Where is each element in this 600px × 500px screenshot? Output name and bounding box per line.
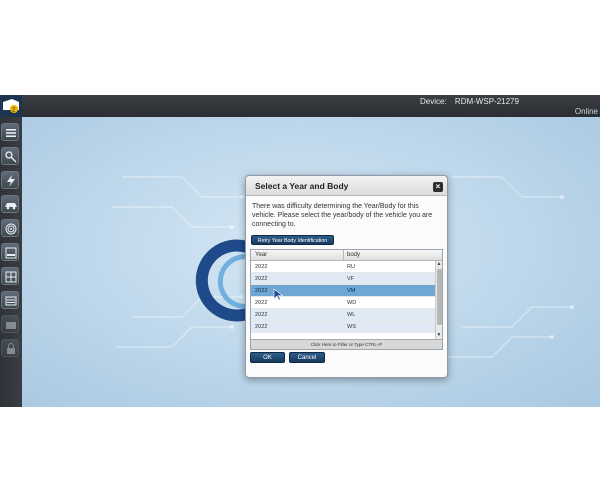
flash-icon[interactable] [1,171,19,189]
dialog-header: Select a Year and Body × [246,176,447,196]
table-row[interactable]: 2022 WS [251,321,435,333]
menu-icon[interactable] [1,123,19,141]
table-row[interactable]: 2022 WL [251,309,435,321]
mouse-cursor-icon [273,288,283,300]
vehicle-search-icon[interactable] [1,147,19,165]
year-cell: 2022 [255,324,268,330]
reports-icon[interactable] [1,243,19,261]
year-cell: 2022 [255,288,268,294]
layout-icon[interactable] [1,267,19,285]
dialog-message: There was difficulty determining the Yea… [252,203,433,228]
body-cell: WL [347,312,356,318]
connection-status: Online [574,107,598,116]
grid-header: Year body [251,250,442,261]
device-id: RDM-WSP-21279 [454,97,519,106]
retry-year-body-button[interactable]: Retry Year Body Identification [251,235,334,245]
year-cell: 2022 [255,264,268,270]
scroll-thumb[interactable] [437,269,442,325]
table-row[interactable]: 2022 RU [251,261,435,273]
body-cell: WS [347,324,357,330]
vehicle-icon[interactable] [1,195,19,213]
device-info: Device: RDM-WSP-21279 [420,97,519,106]
close-icon[interactable]: × [433,182,443,192]
grid-scrollbar[interactable]: ▲ ▼ [435,261,442,339]
body-cell: VM [347,288,356,294]
app-logo-icon[interactable]: 2 [0,95,22,117]
top-bar: 2 Device: RDM-WSP-21279 Online [0,95,600,117]
grid-rows: 2022 RU 2022 VF 2022 VM 2022 WD 2022 WL … [251,261,435,339]
table-row[interactable]: 2022 VF [251,273,435,285]
cancel-button[interactable]: Cancel [289,352,325,363]
scroll-down-icon[interactable]: ▼ [436,332,442,339]
year-cell: 2022 [255,312,268,318]
body-cell: VF [347,276,355,282]
year-cell: 2022 [255,276,268,282]
column-header-year[interactable]: Year [255,252,267,258]
column-header-body[interactable]: body [347,252,360,258]
filter-bar[interactable]: Click Here to Filter or Type CTRL+F [251,339,442,349]
ok-button[interactable]: OK [250,352,285,363]
year-cell: 2022 [255,300,268,306]
body-cell: RU [347,264,356,270]
lock-icon[interactable] [1,339,19,357]
list-icon[interactable] [1,291,19,309]
scroll-up-icon[interactable]: ▲ [436,261,442,268]
select-year-body-dialog: Select a Year and Body × There was diffi… [245,175,448,378]
device-label: Device: [420,97,447,106]
sidebar [0,117,22,407]
tools-icon[interactable] [1,315,19,333]
dialog-title: Select a Year and Body [255,181,349,191]
fingerprint-icon[interactable] [1,219,19,237]
body-cell: WD [347,300,357,306]
